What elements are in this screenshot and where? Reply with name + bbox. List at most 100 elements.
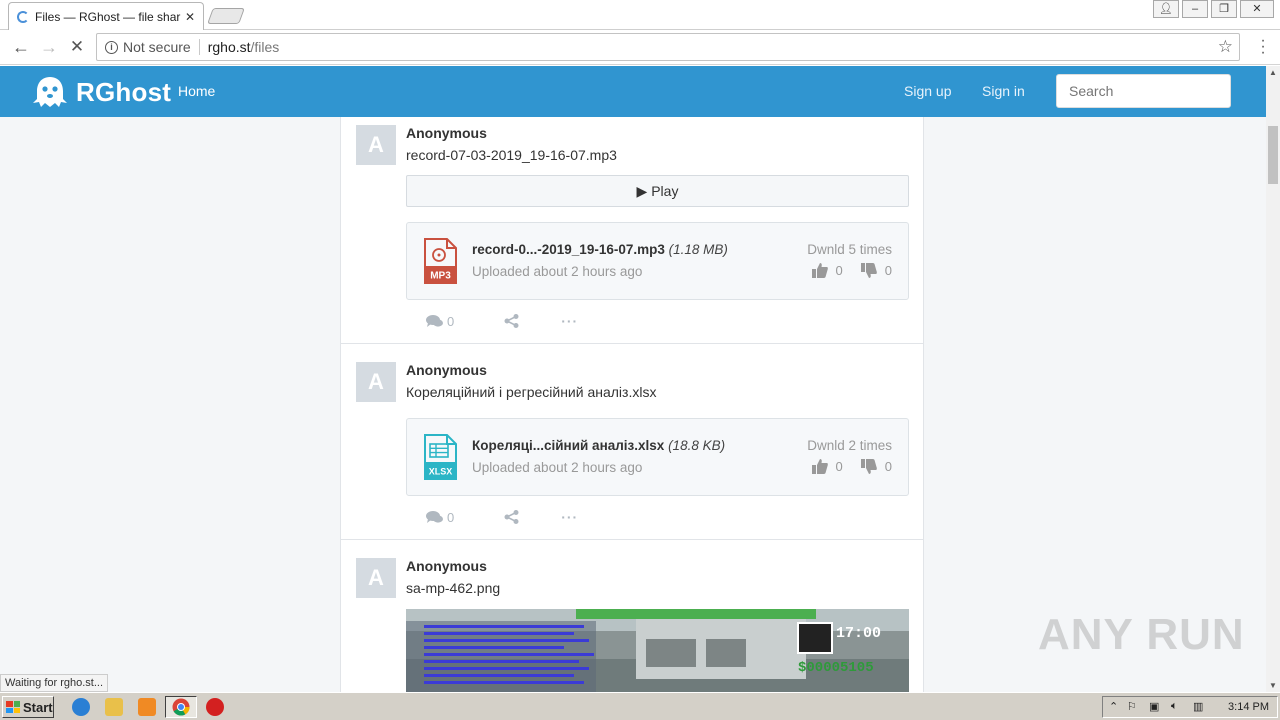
minimize-button[interactable]: – [1182, 0, 1208, 18]
feed-post: A Anonymous sa-mp-462.png 17:00 $0000510… [341, 540, 923, 692]
scroll-up-arrow-icon[interactable]: ▲ [1269, 68, 1277, 77]
ie-browser-icon[interactable] [72, 698, 90, 716]
thumbs-up-icon[interactable] [811, 263, 828, 278]
search-input[interactable] [1056, 74, 1231, 108]
tab-close-icon[interactable]: ✕ [185, 10, 195, 24]
download-count: Dwnld 2 times [807, 438, 892, 453]
feed-post: A Anonymous Кореляційний і регресійний а… [341, 344, 923, 540]
start-button[interactable]: Start [2, 696, 54, 718]
new-tab-button[interactable] [207, 8, 245, 24]
avatar[interactable]: A [356, 558, 396, 598]
thumbs-down-icon[interactable] [860, 263, 877, 278]
comment-count: 0 [447, 509, 455, 525]
comment-count: 0 [447, 313, 455, 329]
volume-icon[interactable]: 🔈︎ [1171, 700, 1178, 713]
thumbs-up-icon[interactable] [811, 459, 828, 474]
post-actions: 0 ··· [426, 509, 578, 525]
avatar[interactable]: A [356, 125, 396, 165]
url-host: rgho.st [207, 39, 251, 55]
chrome-taskbar-button[interactable] [165, 696, 197, 718]
bookmark-star-icon[interactable]: ☆ [1218, 37, 1233, 57]
stop-loading-icon[interactable]: ✕ [66, 36, 88, 58]
chrome-icon [172, 698, 190, 716]
brand-name: RGhost [76, 76, 172, 107]
post-filename: Кореляційний і регресійний аналіз.xlsx [406, 384, 657, 400]
avatar[interactable]: A [356, 362, 396, 402]
play-icon: ▶ [636, 183, 648, 199]
votes: 0 0 [811, 263, 892, 278]
post-actions: 0 ··· [426, 313, 578, 329]
comments-button[interactable]: 0 [426, 510, 454, 525]
like-count: 0 [835, 459, 843, 474]
anyrun-watermark: ANY RUN [1038, 610, 1245, 659]
post-filename: record-07-03-2019_19-16-07.mp3 [406, 147, 617, 163]
browser-tab[interactable]: Files — RGhost — file sharin ✕ [8, 2, 204, 30]
votes: 0 0 [811, 459, 892, 474]
like-count: 0 [835, 263, 843, 278]
url-path: /files [250, 39, 280, 55]
more-options-icon[interactable]: ··· [561, 313, 578, 329]
thumbs-down-icon[interactable] [860, 459, 877, 474]
file-type-label: MP3 [430, 271, 451, 282]
update-icon[interactable]: ▥ [1193, 700, 1203, 713]
file-size: (1.18 MB) [668, 242, 728, 257]
share-icon[interactable] [504, 510, 519, 524]
forward-arrow-icon[interactable]: → [38, 36, 60, 58]
user-profile-icon[interactable]: 👤︎ [1153, 0, 1179, 18]
scroll-down-arrow-icon[interactable]: ▼ [1269, 681, 1277, 690]
browser-tabbar: Files — RGhost — file sharin ✕ 👤︎ – ❐ ✕ [0, 0, 1280, 30]
ghost-logo-icon [33, 77, 67, 107]
mp3-file-icon: MP3 [424, 238, 457, 284]
upload-time: Uploaded about 2 hours ago [472, 264, 643, 279]
tab-title: Files — RGhost — file sharin [35, 9, 181, 24]
nav-home-link[interactable]: Home [178, 83, 215, 99]
sign-up-link[interactable]: Sign up [904, 83, 951, 99]
comments-icon [426, 314, 443, 327]
vertical-scrollbar[interactable]: ▲ ▼ [1266, 66, 1280, 692]
file-size: (18.8 KB) [668, 438, 726, 453]
network-icon[interactable]: ▣ [1149, 700, 1159, 713]
flag-icon[interactable]: ⚐ [1127, 700, 1137, 713]
restore-button[interactable]: ❐ [1211, 0, 1237, 18]
file-name-link[interactable]: Кореляці...сійний аналіз.xlsx (18.8 KB) [472, 438, 725, 453]
tray-expand-icon[interactable]: ⌃ [1109, 700, 1118, 713]
image-preview[interactable]: 17:00 $00005105 [406, 609, 909, 692]
folder-icon[interactable] [105, 698, 123, 716]
dislike-count: 0 [884, 263, 892, 278]
more-options-icon[interactable]: ··· [561, 509, 578, 525]
windows-logo-icon [6, 701, 20, 713]
comments-button[interactable]: 0 [426, 314, 454, 329]
url-bar[interactable]: i Not secure rgho.st/files ☆ [96, 33, 1240, 61]
fist-icon [797, 622, 833, 654]
scrollbar-thumb[interactable] [1268, 126, 1278, 184]
close-window-button[interactable]: ✕ [1240, 0, 1274, 18]
site-logo[interactable]: RGhost [32, 75, 171, 109]
windows-taskbar: Start ⌃ ⚐ ▣ 🔈︎ ▥ 3:14 PM [0, 692, 1280, 720]
dislike-count: 0 [884, 459, 892, 474]
play-label: Play [651, 183, 679, 199]
browser-menu-icon[interactable]: · · · [1260, 33, 1266, 61]
post-author[interactable]: Anonymous [406, 362, 487, 378]
browser-status-bar: Waiting for rgho.st... [0, 674, 109, 692]
feed-post: A Anonymous record-07-03-2019_19-16-07.m… [341, 117, 923, 344]
post-author[interactable]: Anonymous [406, 558, 487, 574]
file-card[interactable]: XLSX Кореляці...сійний аналіз.xlsx (18.8… [406, 418, 909, 496]
clock[interactable]: 3:14 PM [1228, 701, 1269, 713]
play-button[interactable]: ▶ Play [406, 175, 909, 207]
address-toolbar: ← → ✕ i Not secure rgho.st/files ☆ · · · [0, 30, 1280, 65]
post-author[interactable]: Anonymous [406, 125, 487, 141]
file-card[interactable]: MP3 record-0...-2019_19-16-07.mp3 (1.18 … [406, 222, 909, 300]
share-icon[interactable] [504, 314, 519, 328]
loading-spinner-icon [17, 10, 29, 23]
post-filename: sa-mp-462.png [406, 580, 501, 596]
divider [198, 39, 200, 55]
info-icon[interactable]: i [105, 40, 118, 54]
media-player-icon[interactable] [138, 698, 156, 716]
back-arrow-icon[interactable]: ← [10, 36, 32, 58]
file-name-link[interactable]: record-0...-2019_19-16-07.mp3 (1.18 MB) [472, 242, 728, 257]
upload-time: Uploaded about 2 hours ago [472, 460, 643, 475]
sign-in-link[interactable]: Sign in [982, 83, 1025, 99]
xlsx-file-icon: XLSX [424, 434, 457, 480]
opera-icon[interactable] [206, 698, 224, 716]
file-feed: A Anonymous record-07-03-2019_19-16-07.m… [340, 117, 924, 692]
